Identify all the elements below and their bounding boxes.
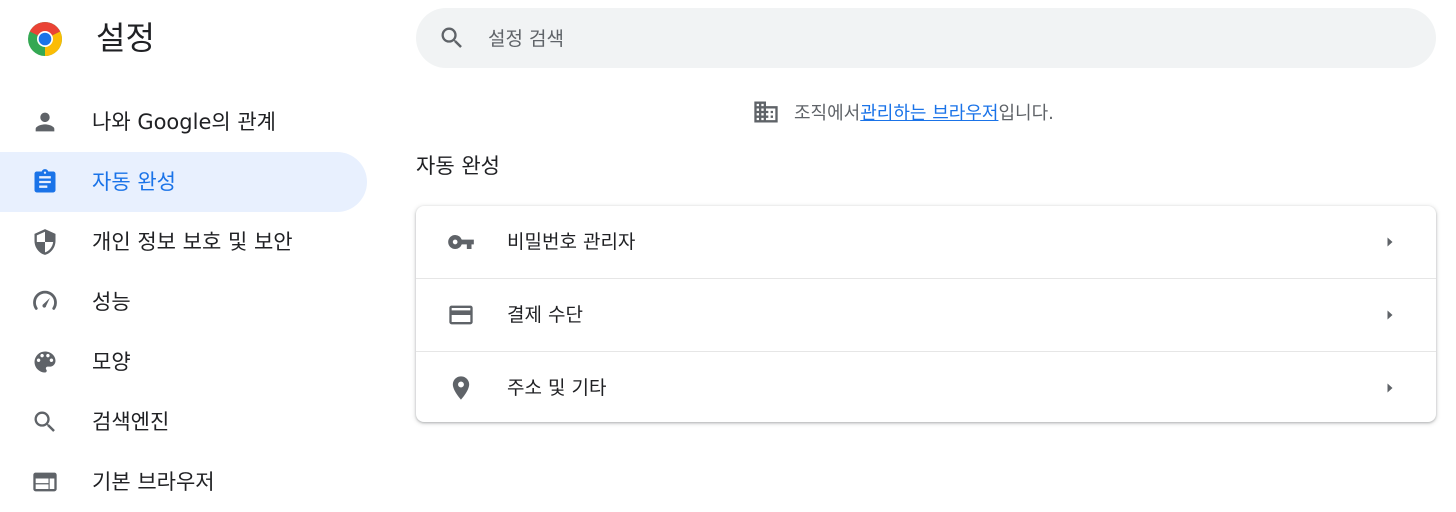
arrow-right-icon <box>1387 237 1393 247</box>
sidebar-item-autofill[interactable]: 자동 완성 <box>0 152 367 212</box>
search-input[interactable] <box>486 8 1390 70</box>
location-pin-icon <box>452 376 470 400</box>
sidebar-item-search-engine[interactable]: 검색엔진 <box>0 392 367 452</box>
sidebar-item-label: 모양 <box>92 350 131 374</box>
arrow-right-icon <box>1387 310 1393 320</box>
autofill-card: 비밀번호 관리자 결제 수단 주소 및 기타 <box>416 206 1436 422</box>
row-password-manager[interactable]: 비밀번호 관리자 <box>416 206 1436 278</box>
sidebar-item-label: 성능 <box>92 290 131 314</box>
row-label: 비밀번호 관리자 <box>507 231 636 253</box>
arrow-right-icon <box>1387 383 1393 393</box>
key-icon <box>448 235 474 249</box>
sidebar-item-appearance[interactable]: 모양 <box>0 332 367 392</box>
managed-notice: 조직에서 관리하는 브라우저 입니다. <box>752 94 1054 130</box>
palette-icon <box>34 351 56 373</box>
person-icon <box>35 112 55 132</box>
sidebar-nav: 나와 Google의 관계 자동 완성 개인 정보 보호 및 보안 성능 모양 … <box>0 92 367 512</box>
row-addresses[interactable]: 주소 및 기타 <box>416 351 1436 424</box>
sidebar-item-label: 자동 완성 <box>92 170 176 194</box>
credit-card-icon <box>449 305 473 325</box>
sidebar-item-performance[interactable]: 성능 <box>0 272 367 332</box>
page-title: 설정 <box>96 19 155 57</box>
sidebar-item-label: 기본 브라우저 <box>92 470 215 494</box>
shield-icon <box>34 229 56 255</box>
sidebar-item-label: 나와 Google의 관계 <box>92 110 277 134</box>
section-title: 자동 완성 <box>416 154 500 178</box>
sidebar-item-google[interactable]: 나와 Google의 관계 <box>0 92 367 152</box>
sidebar-item-privacy[interactable]: 개인 정보 보호 및 보안 <box>0 212 367 272</box>
search-icon <box>34 411 55 432</box>
managed-notice-prefix: 조직에서 <box>794 103 861 124</box>
clipboard-icon <box>34 169 56 193</box>
row-label: 결제 수단 <box>507 304 583 326</box>
chrome-logo-icon <box>28 22 62 56</box>
sidebar-item-default-browser[interactable]: 기본 브라우저 <box>0 452 367 512</box>
building-icon <box>754 101 778 123</box>
row-payment-methods[interactable]: 결제 수단 <box>416 278 1436 351</box>
speedometer-icon <box>33 290 57 310</box>
managed-browser-link[interactable]: 관리하는 브라우저 <box>860 99 998 125</box>
browser-window-icon <box>33 472 57 492</box>
row-label: 주소 및 기타 <box>507 377 607 399</box>
search-box[interactable] <box>416 8 1436 70</box>
sidebar-item-label: 개인 정보 보호 및 보안 <box>92 230 293 254</box>
managed-notice-suffix: 입니다. <box>998 103 1054 124</box>
sidebar-item-label: 검색엔진 <box>92 410 170 434</box>
search-icon <box>441 27 462 48</box>
